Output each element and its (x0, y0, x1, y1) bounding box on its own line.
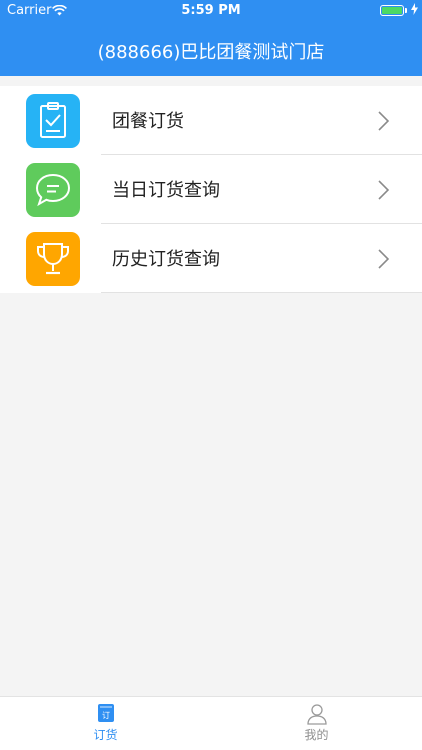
menu-item-group-order[interactable]: 团餐订货 (0, 86, 422, 155)
chat-bubble-icon (26, 163, 80, 217)
clipboard-check-icon (26, 94, 80, 148)
app-header: Carrier 5:59 PM (888666)巴比团餐测试门店 (0, 0, 422, 76)
menu-item-history-query[interactable]: 历史订货查询 (0, 224, 422, 293)
trophy-icon (26, 232, 80, 286)
divider (101, 292, 422, 293)
user-icon (307, 704, 327, 725)
tab-order[interactable]: 订 订货 (0, 697, 211, 750)
status-time: 5:59 PM (181, 3, 241, 18)
tab-label: 我的 (304, 728, 329, 742)
order-tab-icon-text: 订 (102, 710, 110, 720)
chevron-right-icon (378, 111, 390, 131)
chevron-right-icon (378, 180, 390, 200)
tab-mine[interactable]: 我的 (211, 697, 422, 750)
menu-list: 团餐订货 当日订货查询 历史订货查询 (0, 86, 422, 293)
menu-item-label: 当日订货查询 (112, 180, 220, 201)
menu-item-label: 团餐订货 (112, 111, 184, 132)
menu-item-today-query[interactable]: 当日订货查询 (0, 155, 422, 224)
tab-bar: 订 订货 我的 (0, 696, 422, 750)
status-bar: Carrier 5:59 PM (0, 0, 422, 22)
battery-cap (405, 8, 407, 13)
battery-icon (380, 5, 404, 16)
chevron-right-icon (378, 249, 390, 269)
charging-icon (411, 3, 418, 15)
page-title: (888666)巴比团餐测试门店 (97, 42, 325, 63)
tab-label: 订货 (93, 728, 118, 742)
menu-item-label: 历史订货查询 (112, 249, 220, 270)
order-tab-icon: 订 (98, 704, 114, 722)
